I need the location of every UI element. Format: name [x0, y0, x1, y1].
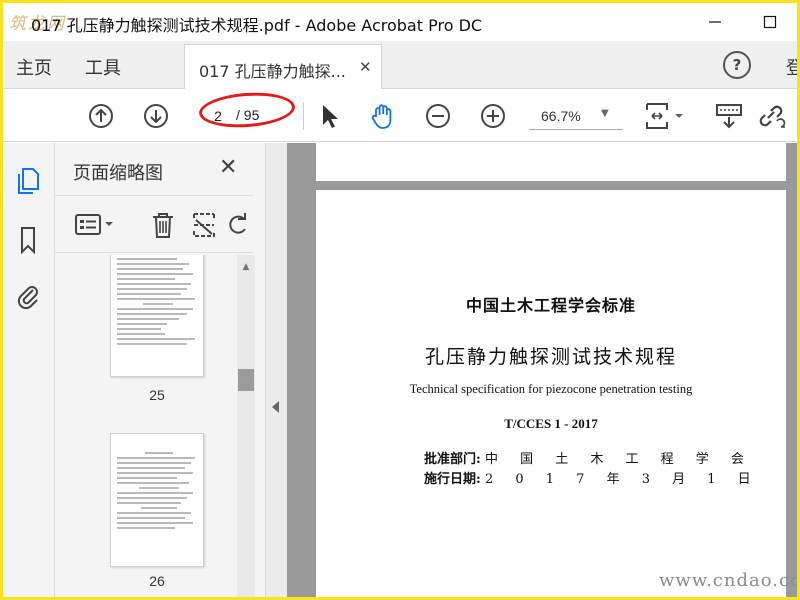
previous-page-edge [316, 143, 786, 181]
tools-link[interactable]: 工具 [85, 54, 121, 80]
crop-pages-button[interactable] [188, 209, 220, 241]
document-title-zh: 孔压静力触探测试技术规程 [424, 346, 677, 368]
scroll-up-icon[interactable]: ▲ [237, 261, 255, 273]
home-link[interactable]: 主页 [16, 54, 52, 80]
scroll-mode-button[interactable] [713, 100, 745, 132]
document-title-en: Technical specification for piezocone pe… [409, 382, 693, 396]
thumbnail-scrollbar[interactable]: ▲ [237, 255, 255, 597]
approval-value: 中 国 土 木 工 程 学 会 [484, 452, 753, 467]
collapse-panel-icon[interactable] [272, 401, 279, 413]
pages-icon [18, 168, 39, 194]
previous-page-button[interactable] [85, 100, 117, 132]
toolbar-divider [303, 102, 304, 130]
thumbnail-list: 25 26 [55, 255, 235, 597]
thumbnail-page-26[interactable] [110, 433, 204, 567]
page-fit-button[interactable] [643, 100, 687, 132]
zoom-value: 66.7% [541, 108, 581, 124]
hand-icon [371, 104, 392, 129]
attachments-button[interactable] [13, 281, 43, 311]
scrollbar-thumb[interactable] [238, 369, 254, 391]
arrow-up-circle-icon [89, 104, 113, 128]
tab-bar: 主页 工具 017 孔压静力触探... ✕ ? 登 [3, 41, 797, 89]
rotate-pages-button[interactable] [225, 209, 249, 241]
select-tool-button[interactable] [313, 100, 345, 132]
maximize-icon [763, 15, 777, 29]
thumbnails-panel: 页面缩略图 ✕ 25 26 ▲ [55, 143, 265, 597]
scroll-mode-icon [716, 104, 742, 129]
options-button[interactable] [73, 209, 119, 241]
panel-title: 页面缩略图 [73, 163, 163, 184]
delete-pages-button[interactable] [147, 209, 179, 241]
zoom-in-button[interactable] [477, 100, 509, 132]
minimize-icon [709, 21, 721, 23]
thumbnail-page-25[interactable] [110, 255, 204, 377]
side-rail [3, 143, 55, 597]
zoom-select[interactable]: 66.7% ▼ [529, 102, 623, 130]
window-title: 017 孔压静力触探测试技术规程.pdf - Adobe Acrobat Pro… [31, 16, 483, 35]
help-button[interactable]: ? [723, 51, 751, 79]
page-fit-icon [646, 103, 683, 129]
zoom-out-button[interactable] [422, 100, 454, 132]
watermark: www.cndao.com [659, 570, 797, 591]
options-icon [75, 214, 113, 235]
zoom-out-icon [426, 104, 450, 128]
thumbnail-label-25: 25 [149, 387, 165, 403]
link-button[interactable] [755, 100, 787, 132]
page-thumbnails-button[interactable] [13, 165, 43, 195]
acrobat-window: 筑龙网 017 孔压静力触探测试技术规程.pdf - Adobe Acrobat… [3, 3, 797, 597]
zoom-in-icon [481, 104, 505, 128]
next-page-button[interactable] [140, 100, 172, 132]
panel-toolbar [55, 195, 253, 253]
delete-icon [153, 213, 173, 238]
effective-value: 2 0 1 7 年 3 月 1 日 [484, 472, 760, 487]
minimize-button[interactable] [695, 7, 735, 37]
panel-close-icon[interactable]: ✕ [219, 155, 237, 180]
effective-date-line: 施行日期: 2 0 1 7 年 3 月 1 日 [424, 468, 760, 487]
main-toolbar: / 95 66.7% ▼ [3, 89, 797, 142]
sign-in-link[interactable]: 登 [786, 54, 797, 80]
standard-org-title: 中国土木工程学会标准 [465, 296, 636, 315]
chevron-down-icon: ▼ [601, 108, 609, 119]
bookmarks-button[interactable] [13, 225, 43, 255]
title-bar: 筑龙网 017 孔压静力触探测试技术规程.pdf - Adobe Acrobat… [3, 3, 797, 41]
maximize-button[interactable] [750, 7, 790, 37]
document-tab-label: 017 孔压静力触探... [199, 62, 346, 81]
approval-label: 批准部门: [424, 452, 481, 467]
annotation-circle [197, 89, 297, 131]
document-tab[interactable]: 017 孔压静力触探... ✕ [184, 44, 382, 89]
document-code: T/CCES 1 - 2017 [504, 416, 598, 431]
document-page: 中国土木工程学会标准 孔压静力触探测试技术规程 Technical specif… [316, 190, 786, 597]
approval-line: 批准部门: 中 国 土 木 工 程 学 会 [424, 448, 753, 467]
effective-label: 施行日期: [424, 472, 481, 487]
bookmark-icon [21, 227, 35, 255]
thumbnail-label-26: 26 [149, 573, 165, 589]
attachment-icon [17, 286, 38, 310]
pointer-icon [323, 105, 338, 128]
hand-tool-button[interactable] [367, 100, 399, 132]
panel-splitter[interactable] [265, 143, 287, 597]
rotate-icon [229, 213, 246, 234]
tab-close-icon[interactable]: ✕ [359, 58, 372, 76]
arrow-down-circle-icon [144, 104, 168, 128]
link-icon [759, 105, 786, 128]
crop-icon [193, 213, 215, 237]
document-view[interactable]: 中国土木工程学会标准 孔压静力触探测试技术规程 Technical specif… [287, 143, 797, 597]
